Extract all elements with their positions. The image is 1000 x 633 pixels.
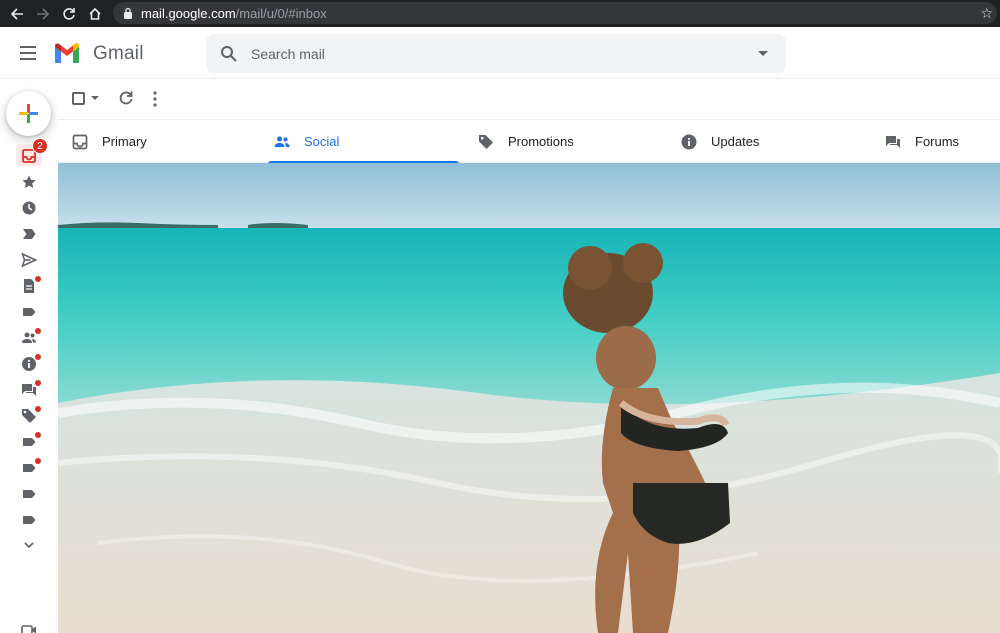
important-nav-item[interactable] [19, 224, 39, 244]
reload-icon[interactable] [57, 0, 81, 27]
meet-nav-item[interactable] [19, 620, 39, 633]
chevron-down-icon [24, 542, 34, 549]
unread-dot [35, 406, 41, 412]
inbox-icon [72, 134, 88, 149]
tab-label: Primary [102, 134, 147, 149]
search-options-dropdown-icon[interactable] [758, 51, 768, 56]
search-icon[interactable] [220, 45, 238, 63]
label-icon [23, 308, 36, 316]
inbox-nav-item[interactable]: 2 [19, 138, 48, 166]
unread-dot [35, 432, 41, 438]
unread-dot [35, 354, 41, 360]
label-nav-item[interactable] [19, 302, 39, 322]
forward-icon[interactable] [31, 0, 55, 27]
browser-toolbar: mail.google.com/mail/u/0/#inbox ☆ [0, 0, 1000, 27]
inbox-theme-background-photo [58, 163, 1000, 633]
send-icon [21, 252, 37, 268]
tab-label: Forums [915, 134, 960, 149]
label-nav-item[interactable] [19, 510, 39, 530]
label-icon [23, 490, 36, 498]
label-nav-item[interactable] [19, 484, 39, 504]
more-labels-button[interactable] [19, 535, 39, 555]
starred-nav-item[interactable] [19, 172, 39, 192]
mail-toolbar [58, 79, 1000, 119]
unread-dot [35, 380, 41, 386]
tab-label: Updates [711, 134, 760, 149]
plus-icon [19, 104, 38, 123]
people-icon [274, 136, 290, 147]
gmail-header: Gmail Search mail [0, 27, 1000, 79]
snoozed-nav-item[interactable] [19, 198, 39, 218]
label-nav-item[interactable] [19, 432, 41, 452]
search-bar[interactable]: Search mail [206, 34, 786, 73]
important-marker-icon [23, 229, 36, 239]
tab-promotions[interactable]: Promotions [478, 120, 574, 163]
video-camera-icon [21, 625, 36, 633]
drafts-nav-item[interactable] [19, 276, 41, 296]
tab-label: Promotions [508, 134, 574, 149]
star-icon [22, 175, 36, 188]
info-icon [681, 134, 697, 149]
select-dropdown-icon[interactable] [91, 96, 99, 100]
inbox-unread-badge: 2 [32, 138, 48, 154]
tab-updates[interactable]: Updates [681, 120, 759, 163]
url-text: mail.google.com/mail/u/0/#inbox [141, 5, 327, 21]
clock-icon [22, 201, 36, 215]
forum-icon [886, 135, 900, 148]
sent-nav-item[interactable] [19, 250, 39, 270]
label-icon [23, 516, 36, 524]
back-icon[interactable] [5, 0, 29, 27]
search-input[interactable]: Search mail [251, 46, 325, 62]
more-options-icon[interactable] [153, 91, 157, 107]
updates-nav-item[interactable] [19, 354, 41, 374]
home-icon[interactable] [83, 0, 107, 27]
tab-forums[interactable]: Forums [885, 120, 959, 163]
tag-icon [479, 134, 493, 149]
bookmark-star-icon[interactable]: ☆ [980, 5, 993, 22]
tab-primary[interactable]: Primary [72, 120, 147, 163]
compose-button[interactable] [6, 91, 51, 136]
address-bar[interactable]: mail.google.com/mail/u/0/#inbox ☆ [113, 2, 997, 24]
lock-icon [124, 7, 132, 19]
unread-dot [35, 458, 41, 464]
app-brand: Gmail [93, 43, 144, 64]
refresh-icon[interactable] [118, 90, 134, 106]
tab-label: Social [304, 134, 340, 149]
main-menu-icon[interactable] [20, 46, 36, 60]
unread-dot [35, 328, 41, 334]
gmail-logo [55, 43, 79, 63]
label-nav-item[interactable] [19, 458, 41, 478]
category-tabs: Primary Social Promotions Updates Forums [58, 119, 1000, 164]
social-nav-item[interactable] [19, 328, 41, 348]
select-all-checkbox[interactable] [72, 92, 85, 105]
unread-dot [35, 276, 41, 282]
tab-social[interactable]: Social [267, 120, 461, 164]
promotions-nav-item[interactable] [19, 406, 41, 426]
forums-nav-item[interactable] [19, 380, 41, 400]
